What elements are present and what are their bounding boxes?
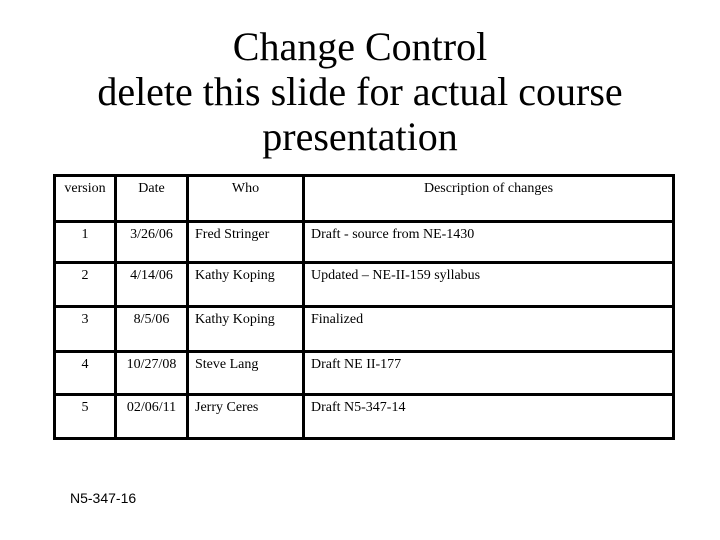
title-line: presentation [262,114,458,159]
table-row: 3 8/5/06 Kathy Koping Finalized [53,305,675,353]
cell-version: 5 [53,393,117,440]
table-row: 5 02/06/11 Jerry Ceres Draft N5-347-14 [53,393,675,440]
header-version: version [53,174,117,223]
table-row: 1 3/26/06 Fred Stringer Draft - source f… [53,220,675,264]
cell-description: Updated – NE-II-159 syllabus [302,261,675,308]
cell-date: 8/5/06 [114,305,189,353]
title-line: Change Control [232,24,488,69]
cell-who: Kathy Koping [186,261,305,308]
cell-date: 3/26/06 [114,220,189,264]
header-description: Description of changes [302,174,675,223]
cell-description: Finalized [302,305,675,353]
cell-description: Draft N5-347-14 [302,393,675,440]
cell-who: Jerry Ceres [186,393,305,440]
cell-description: Draft - source from NE-1430 [302,220,675,264]
cell-date: 10/27/08 [114,350,189,396]
table-row: 2 4/14/06 Kathy Koping Updated – NE-II-1… [53,261,675,308]
change-control-table: version Date Who Description of changes … [53,174,675,440]
cell-date: 02/06/11 [114,393,189,440]
header-who: Who [186,174,305,223]
table-row: 4 10/27/08 Steve Lang Draft NE II-177 [53,350,675,396]
header-date: Date [114,174,189,223]
cell-who: Steve Lang [186,350,305,396]
cell-version: 1 [53,220,117,264]
table-header-row: version Date Who Description of changes [53,174,675,223]
cell-who: Kathy Koping [186,305,305,353]
slide-footer-code: N5-347-16 [70,490,137,506]
cell-date: 4/14/06 [114,261,189,308]
cell-description: Draft NE II-177 [302,350,675,396]
cell-version: 2 [53,261,117,308]
cell-version: 3 [53,305,117,353]
cell-who: Fred Stringer [186,220,305,264]
slide-title: Change Control delete this slide for act… [0,24,720,159]
cell-version: 4 [53,350,117,396]
title-line: delete this slide for actual course [97,69,623,114]
